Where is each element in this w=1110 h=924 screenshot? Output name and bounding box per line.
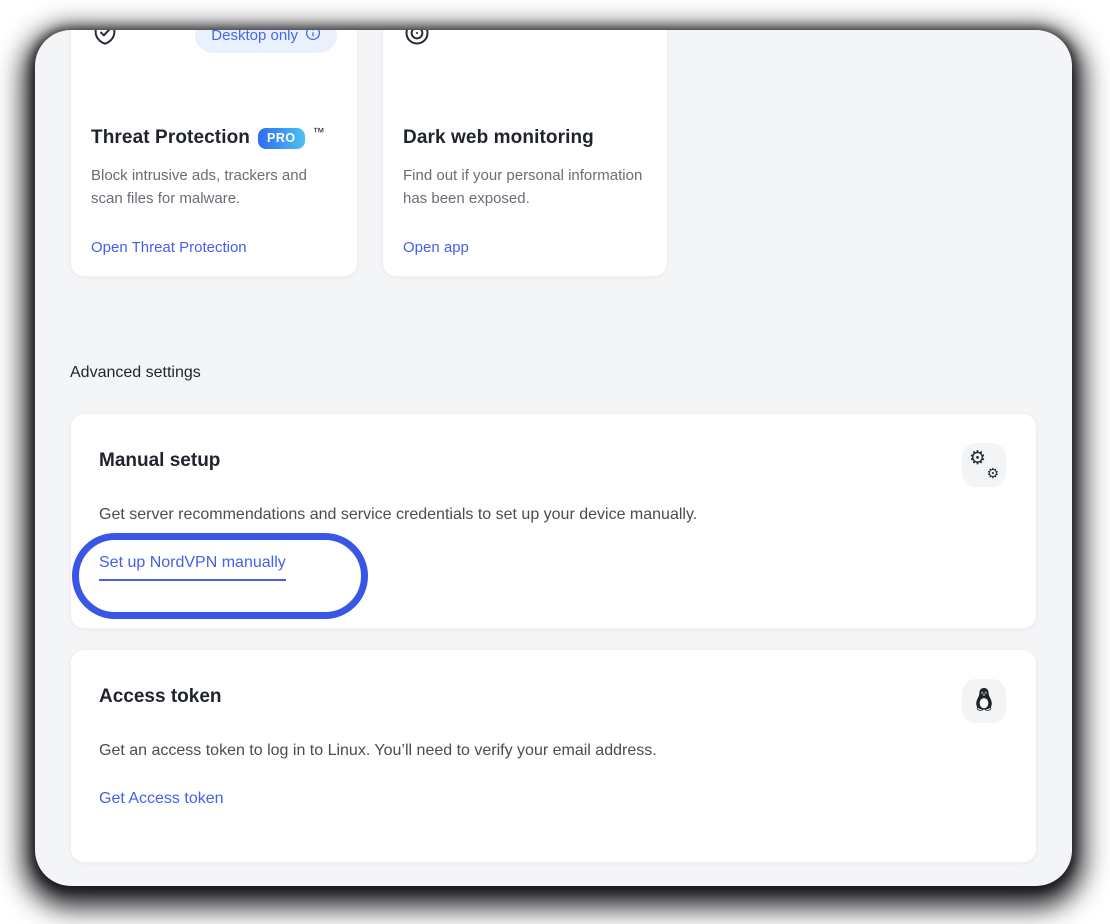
access-token-corner-badge (962, 679, 1006, 723)
gear-large-glyph: ⚙ (969, 449, 986, 468)
manual-setup-card: Manual setup ⚙ ⚙ Get server recommendati… (70, 413, 1037, 629)
concentric-circles-icon (403, 30, 431, 52)
threat-protection-icon-row: Desktop only (91, 30, 337, 53)
manual-setup-corner-badge: ⚙ ⚙ (962, 443, 1006, 487)
dark-web-title-row: Dark web monitoring (403, 127, 647, 149)
trademark-symbol: ™ (313, 125, 325, 139)
dark-web-icon-row (403, 30, 647, 53)
dual-gears-icon: ⚙ ⚙ (969, 451, 999, 479)
linux-penguin-icon (973, 687, 995, 716)
page-content: Desktop only Threat Protection PRO (70, 30, 1037, 863)
open-threat-protection-link[interactable]: Open Threat Protection (91, 239, 247, 256)
threat-protection-title-row: Threat Protection PRO ™ (91, 127, 337, 149)
feature-cards-row: Desktop only Threat Protection PRO (70, 30, 1037, 277)
desktop-only-badge[interactable]: Desktop only (195, 30, 337, 53)
access-token-description: Get an access token to log in to Linux. … (99, 739, 1006, 763)
access-token-title: Access token (99, 686, 1006, 708)
advanced-settings-heading: Advanced settings (70, 364, 1037, 382)
info-icon (305, 30, 321, 45)
manual-setup-description: Get server recommendations and service c… (99, 503, 1006, 527)
threat-protection-card: Desktop only Threat Protection PRO (70, 30, 358, 277)
nord-account-window: Desktop only Threat Protection PRO (35, 30, 1072, 886)
threat-protection-description: Block intrusive ads, trackers and scan f… (91, 164, 337, 210)
setup-nordvpn-manually-link[interactable]: Set up NordVPN manually (99, 554, 286, 581)
pro-badge: PRO (258, 128, 305, 149)
open-app-link[interactable]: Open app (403, 239, 469, 256)
gear-small-glyph: ⚙ (986, 466, 999, 480)
access-token-card: Access token Get an acc (70, 649, 1037, 863)
desktop-only-label: Desktop only (211, 30, 298, 44)
shield-check-icon (91, 30, 119, 52)
dark-web-monitoring-card: Dark web monitoring Find out if your per… (382, 30, 668, 277)
get-access-token-link[interactable]: Get Access token (99, 790, 224, 808)
threat-protection-title: Threat Protection (91, 127, 250, 149)
manual-setup-title: Manual setup (99, 450, 1006, 472)
dark-web-monitoring-description: Find out if your personal information ha… (403, 164, 647, 210)
dark-web-monitoring-title: Dark web monitoring (403, 127, 594, 149)
